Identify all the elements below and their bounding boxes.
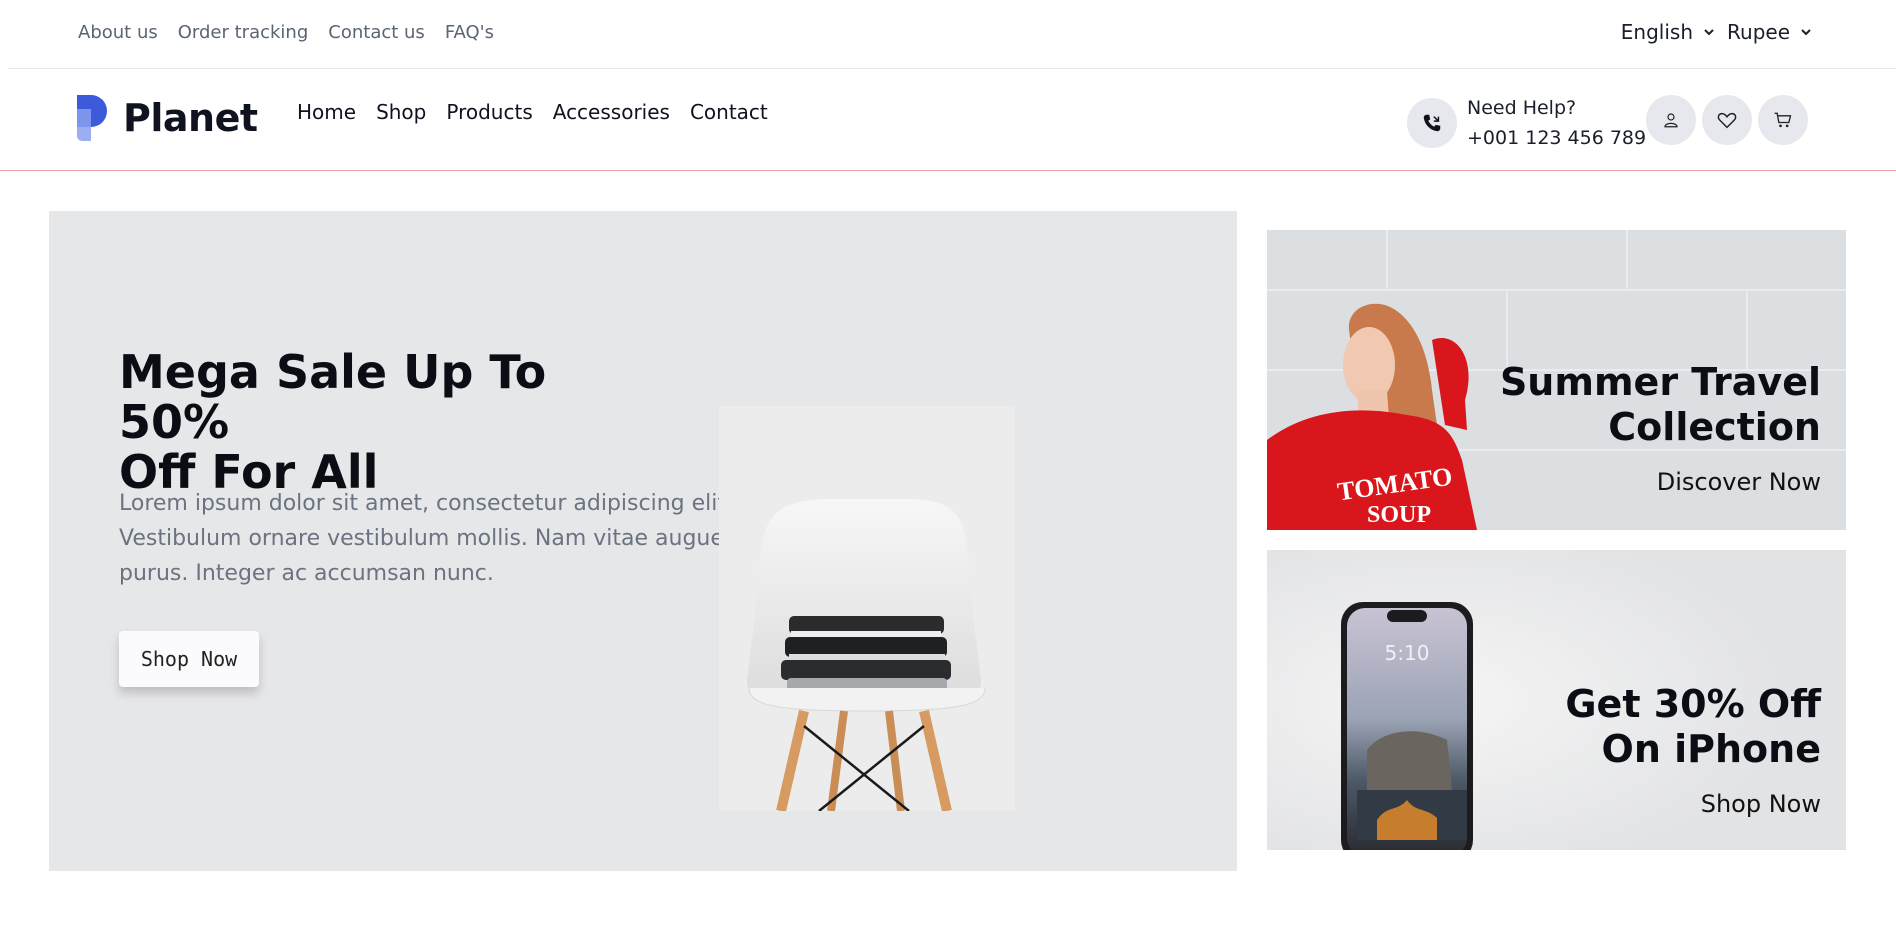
header-actions [1646, 95, 1808, 145]
discover-now-link[interactable]: Discover Now [1657, 468, 1821, 496]
main-header: Planet Home Shop Products Accessories Co… [0, 69, 1896, 171]
nav-accessories[interactable]: Accessories [553, 100, 670, 124]
banner2-title-line2: On iPhone [1601, 727, 1821, 771]
shop-now-button[interactable]: Shop Now [119, 631, 259, 687]
help-phone[interactable]: +001 123 456 789 [1467, 123, 1646, 153]
logo-icon [77, 95, 107, 141]
help-text: Need Help? +001 123 456 789 [1467, 93, 1646, 153]
currency-label: Rupee [1727, 20, 1790, 44]
language-label: English [1620, 20, 1694, 44]
banner-title: Get 30% Off On iPhone [1565, 682, 1821, 772]
language-select[interactable]: English [1621, 20, 1715, 44]
phone-icon[interactable] [1407, 98, 1457, 148]
banner1-title-line2: Collection [1608, 405, 1821, 449]
phone-time: 5:10 [1385, 641, 1430, 665]
top-links: About us Order tracking Contact us FAQ's [78, 22, 494, 43]
banner1-title-line1: Summer Travel [1499, 360, 1821, 404]
heart-icon[interactable] [1702, 95, 1752, 145]
nav-contact[interactable]: Contact [690, 100, 768, 124]
hero-banner: Mega Sale Up To 50% Off For All Lorem ip… [49, 211, 1237, 871]
nav-products[interactable]: Products [446, 100, 532, 124]
brand-logo[interactable]: Planet [77, 95, 258, 141]
hero-title: Mega Sale Up To 50% Off For All [119, 347, 639, 497]
chevron-down-icon [1801, 29, 1811, 36]
locale-selectors: English Rupee [1621, 20, 1812, 44]
chair-image [719, 406, 1015, 813]
help-contact: Need Help? +001 123 456 789 [1407, 93, 1646, 153]
currency-select[interactable]: Rupee [1727, 20, 1812, 44]
contact-us-link[interactable]: Contact us [328, 22, 425, 43]
chevron-down-icon [1704, 29, 1714, 36]
sweater-text-1: TOMATO [1336, 462, 1454, 507]
user-icon[interactable] [1646, 95, 1696, 145]
banner-shop-now-link[interactable]: Shop Now [1701, 790, 1821, 818]
sweater-text-2: SOUP [1367, 502, 1431, 528]
about-us-link[interactable]: About us [78, 22, 158, 43]
faqs-link[interactable]: FAQ's [445, 22, 494, 43]
brand-name: Planet [123, 96, 258, 140]
top-bar: About us Order tracking Contact us FAQ's… [8, 0, 1896, 69]
summer-travel-banner[interactable]: TOMATO SOUP Summer Travel Collection Dis… [1267, 230, 1846, 530]
help-label: Need Help? [1467, 97, 1577, 119]
nav-shop[interactable]: Shop [376, 100, 426, 124]
iphone-offer-banner[interactable]: 5:10 Get 30% Off On iPhone Shop Now [1267, 550, 1846, 850]
order-tracking-link[interactable]: Order tracking [178, 22, 309, 43]
hero-description: Lorem ipsum dolor sit amet, consectetur … [119, 491, 733, 586]
banner-title: Summer Travel Collection [1500, 360, 1821, 450]
cart-icon[interactable] [1758, 95, 1808, 145]
banner2-title-line1: Get 30% Off [1565, 682, 1821, 726]
nav-home[interactable]: Home [297, 100, 356, 124]
main-nav: Home Shop Products Accessories Contact [297, 100, 768, 124]
hero-title-line1: Mega Sale Up To 50% [119, 345, 547, 449]
